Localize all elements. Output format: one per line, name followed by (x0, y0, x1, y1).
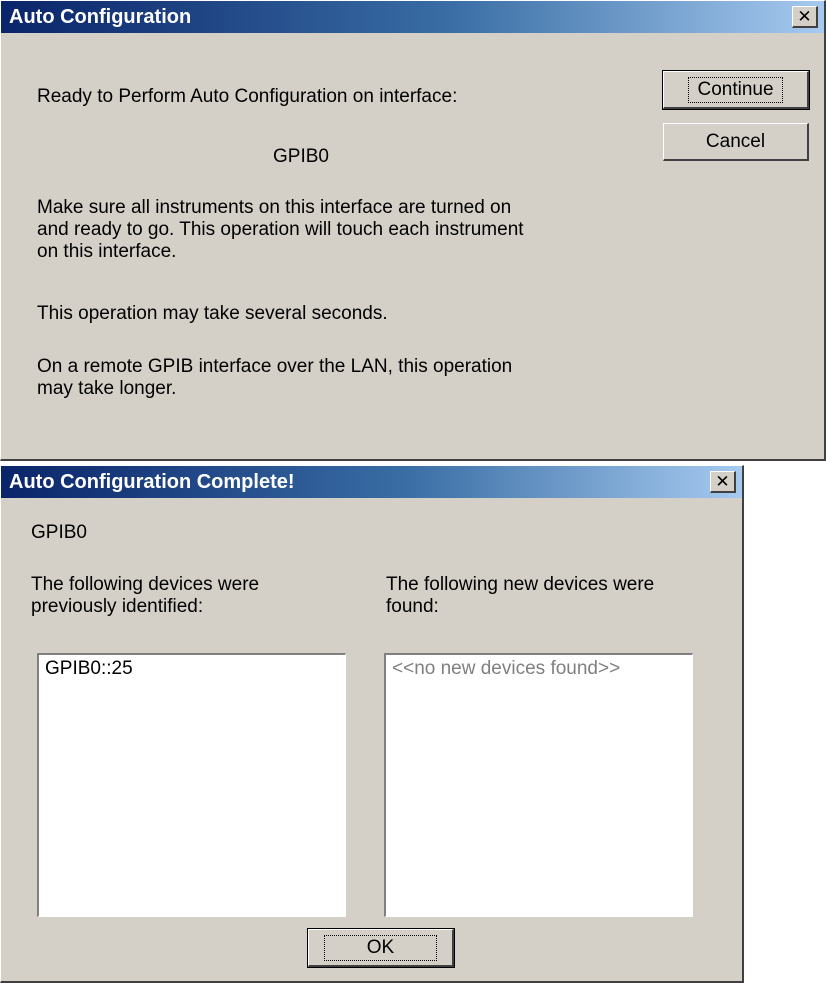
continue-button-label: Continue (688, 76, 783, 103)
close-icon: ✕ (797, 7, 812, 26)
auto-configuration-dialog: Auto Configuration ✕ Ready to Perform Au… (0, 0, 826, 461)
empty-placeholder: <<no new devices found>> (392, 658, 621, 679)
title-bar[interactable]: Auto Configuration (1, 1, 824, 33)
ok-button[interactable]: OK (307, 928, 455, 968)
interface-name: GPIB0 (273, 146, 329, 167)
dialog-title: Auto Configuration Complete! (9, 470, 295, 493)
instructions-text: Make sure all instruments on this interf… (37, 197, 524, 262)
close-button[interactable]: ✕ (792, 6, 818, 28)
title-bar[interactable]: Auto Configuration Complete! (1, 466, 742, 498)
cancel-button[interactable]: Cancel (663, 123, 809, 161)
new-devices-list[interactable]: <<no new devices found>> (384, 653, 693, 917)
new-devices-label: The following new devices were found: (386, 574, 655, 617)
continue-button[interactable]: Continue (662, 70, 810, 110)
dialog-title: Auto Configuration (9, 5, 192, 28)
close-button[interactable]: ✕ (710, 471, 736, 493)
remote-note: On a remote GPIB interface over the LAN,… (37, 356, 513, 399)
duration-note: This operation may take several seconds. (37, 303, 388, 324)
ready-text: Ready to Perform Auto Configuration on i… (37, 86, 458, 107)
ok-button-label: OK (323, 934, 438, 961)
auto-configuration-complete-dialog: Auto Configuration Complete! ✕ GPIB0 The… (0, 465, 744, 983)
previous-devices-label: The following devices were previously id… (31, 574, 260, 617)
previous-devices-list[interactable]: GPIB0::25 (37, 653, 346, 917)
cancel-button-label: Cancel (705, 130, 766, 152)
list-item[interactable]: GPIB0::25 (45, 658, 339, 680)
close-icon: ✕ (715, 472, 730, 491)
interface-name: GPIB0 (31, 522, 87, 543)
